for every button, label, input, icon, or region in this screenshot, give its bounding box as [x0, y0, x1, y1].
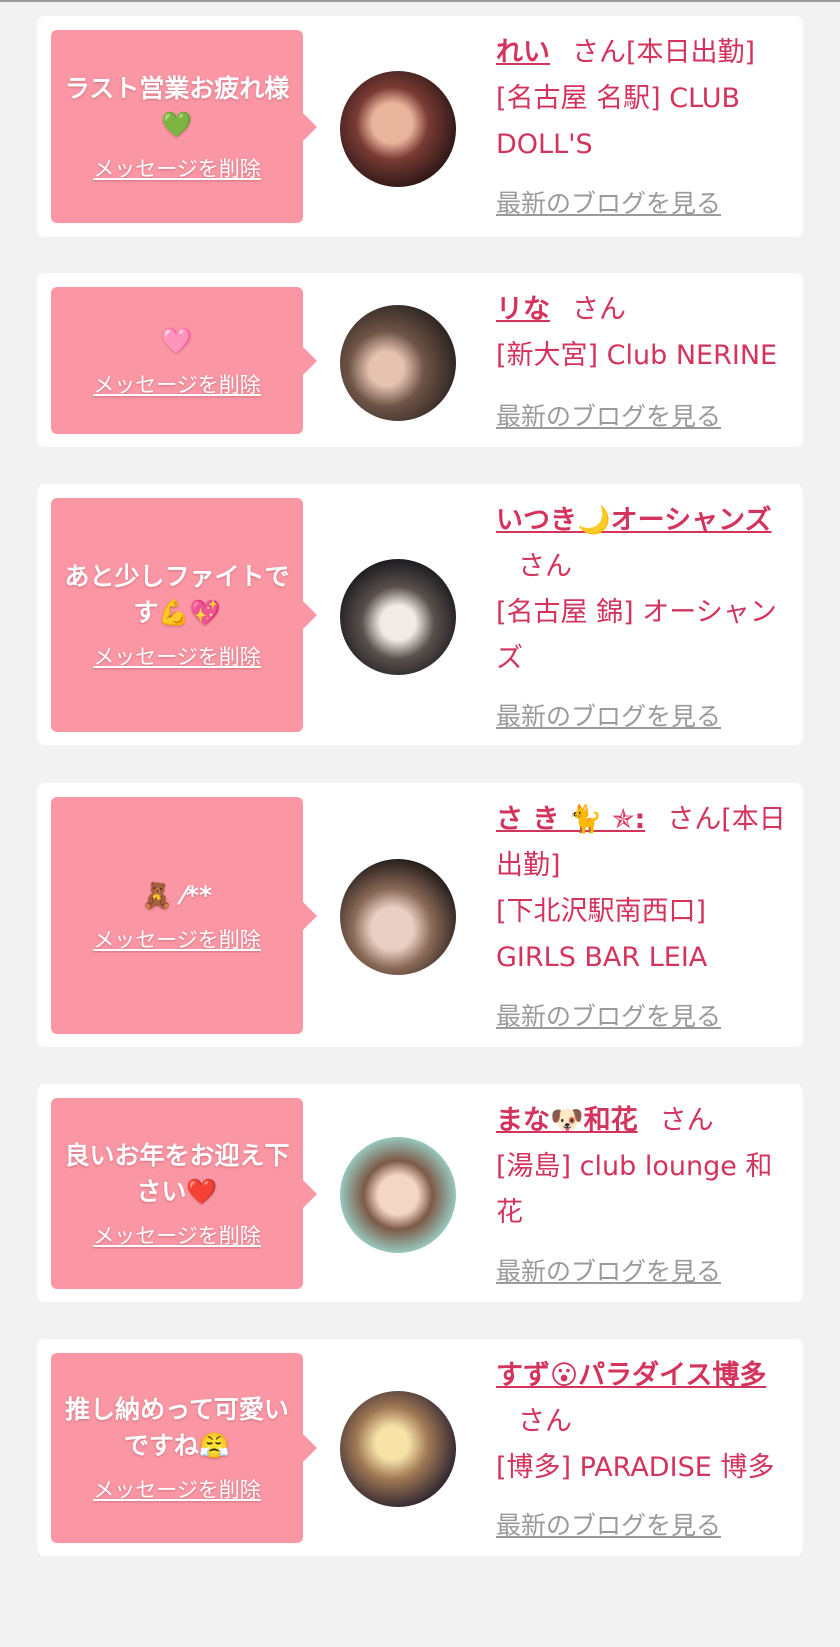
cast-info: すず😮パラダイス博多さん [博多] PARADISE 博多 — [496, 1353, 788, 1491]
message-text: ラスト営業お疲れ様💚 — [64, 73, 290, 139]
cast-info: リな さん [新大宮] Club NERINE — [496, 287, 788, 379]
avatar[interactable] — [340, 859, 456, 975]
avatar[interactable] — [340, 559, 456, 675]
cast-name-link[interactable]: まな🐶和花 — [496, 1105, 638, 1136]
shop-name: [新大宮] Club NERINE — [496, 340, 778, 371]
message-text: 良いお年をお迎え下さい❤️ — [64, 1140, 290, 1206]
latest-blog-link[interactable]: 最新のブログを見る — [496, 1506, 721, 1542]
message-card: 🩷 メッセージを削除 リな さん [新大宮] Club NERINE 最新のブログ… — [37, 273, 803, 447]
latest-blog-link[interactable]: 最新のブログを見る — [496, 997, 721, 1033]
message-bubble: 🩷 メッセージを削除 — [51, 287, 317, 434]
message-card: あと少しファイトです💪💖 メッセージを削除 いつき🌙オーシャンズさん [名古屋 … — [37, 484, 803, 745]
cast-info: れい さん[本日出勤] [名古屋 名駅] CLUB DOLL'S — [496, 30, 788, 168]
message-bubble: 良いお年をお迎え下さい❤️ メッセージを削除 — [51, 1098, 317, 1289]
latest-blog-link[interactable]: 最新のブログを見る — [496, 1252, 721, 1288]
delete-message-link[interactable]: メッセージを削除 — [93, 924, 261, 954]
shop-name: [名古屋 名駅] CLUB DOLL'S — [496, 83, 741, 160]
avatar[interactable] — [340, 1391, 456, 1507]
message-text: 推し納めって可愛いですね😤 — [65, 1395, 289, 1460]
honorific: さん — [667, 804, 722, 835]
latest-blog-link[interactable]: 最新のブログを見る — [496, 397, 721, 433]
delete-message-link[interactable]: メッセージを削除 — [93, 153, 261, 183]
message-card: 良いお年をお迎え下さい❤️ メッセージを削除 まな🐶和花 さん [湯島] club… — [37, 1084, 803, 1302]
delete-message-link[interactable]: メッセージを削除 — [93, 369, 261, 399]
message-bubble: 推し納めって可愛いですね😤 メッセージを削除 — [51, 1353, 317, 1543]
cast-name-link[interactable]: リな — [496, 294, 550, 325]
honorific: さん — [572, 37, 626, 68]
cast-info: まな🐶和花 さん [湯島] club lounge 和花 — [496, 1098, 788, 1236]
latest-blog-link[interactable]: 最新のブログを見る — [496, 697, 721, 733]
avatar[interactable] — [340, 71, 456, 187]
shop-name: [博多] PARADISE 博多 — [496, 1452, 775, 1483]
honorific: さん — [572, 294, 626, 325]
delete-message-link[interactable]: メッセージを削除 — [93, 1220, 261, 1250]
cast-name-link[interactable]: すず😮パラダイス博多 — [496, 1360, 766, 1391]
message-card: 🧸 ⁄** メッセージを削除 さ き 🐈 ✯: さん[本日出勤] [下北沢駅南西口… — [37, 783, 803, 1047]
message-bubble: あと少しファイトです💪💖 メッセージを削除 — [51, 498, 317, 732]
cast-name-link[interactable]: さ き 🐈 ✯: — [496, 804, 645, 835]
status-suffix: [本日出勤] — [626, 37, 756, 68]
cast-name-link[interactable]: れい — [496, 37, 550, 68]
honorific: さん — [659, 1105, 714, 1136]
cast-info: いつき🌙オーシャンズさん [名古屋 錦] オーシャンズ — [496, 498, 788, 682]
top-divider — [0, 0, 840, 2]
message-text: 🧸 ⁄** — [141, 880, 213, 910]
latest-blog-link[interactable]: 最新のブログを見る — [496, 184, 721, 220]
shop-name: [湯島] club lounge 和花 — [496, 1151, 773, 1228]
message-bubble: ラスト営業お疲れ様💚 メッセージを削除 — [51, 30, 317, 223]
shop-name: [下北沢駅南西口] GIRLS BAR LEIA — [496, 896, 708, 973]
avatar[interactable] — [340, 1137, 456, 1253]
shop-name: [名古屋 錦] オーシャンズ — [496, 597, 777, 674]
honorific: さん — [518, 551, 572, 582]
cast-name-link[interactable]: いつき🌙オーシャンズ — [496, 505, 772, 536]
delete-message-link[interactable]: メッセージを削除 — [93, 1474, 261, 1504]
delete-message-link[interactable]: メッセージを削除 — [93, 641, 261, 671]
honorific: さん — [518, 1406, 572, 1437]
message-text: 🩷 — [161, 325, 193, 355]
message-card: 推し納めって可愛いですね😤 メッセージを削除 すず😮パラダイス博多さん [博多]… — [37, 1339, 803, 1556]
cast-info: さ き 🐈 ✯: さん[本日出勤] [下北沢駅南西口] GIRLS BAR LEI… — [496, 797, 788, 981]
message-text: あと少しファイトです💪💖 — [64, 562, 290, 627]
avatar[interactable] — [340, 305, 456, 421]
message-card: ラスト営業お疲れ様💚 メッセージを削除 れい さん[本日出勤] [名古屋 名駅] … — [37, 16, 803, 237]
message-bubble: 🧸 ⁄** メッセージを削除 — [51, 797, 317, 1034]
